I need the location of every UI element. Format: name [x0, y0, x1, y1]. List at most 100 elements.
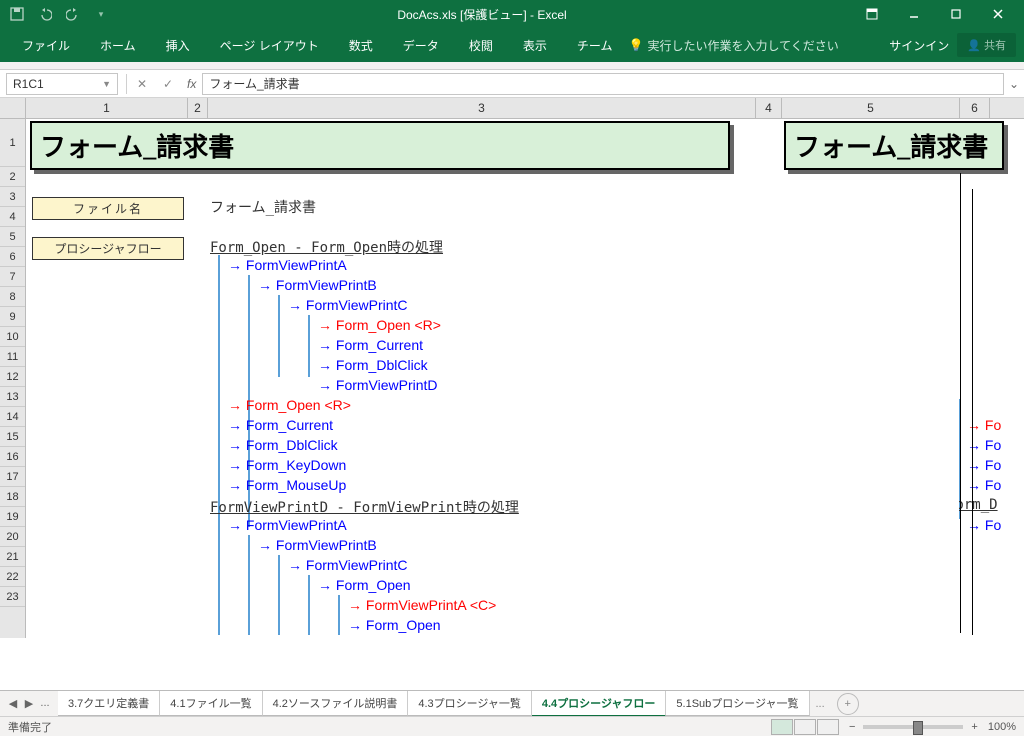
enter-formula-icon[interactable]: ✓ [155, 77, 181, 91]
sheet-tab[interactable]: 5.1Subプロシージャ一覧 [666, 691, 809, 716]
row-header[interactable]: 17 [0, 467, 25, 487]
qat-dropdown-icon[interactable]: ▾ [90, 3, 112, 25]
row-header[interactable]: 8 [0, 287, 25, 307]
row-header[interactable]: 1 [0, 119, 25, 167]
row-header[interactable]: 23 [0, 587, 25, 607]
flow-item: → FormViewPrintA [228, 517, 347, 534]
tree-vline [308, 315, 310, 377]
cancel-formula-icon[interactable]: ✕ [129, 77, 155, 91]
tell-me-placeholder: 実行したい作業を入力してください [647, 37, 838, 54]
ribbon-display-icon[interactable] [852, 1, 892, 27]
status-ready: 準備完了 [8, 719, 52, 735]
frame-line [960, 173, 961, 633]
tab-insert[interactable]: 挿入 [152, 31, 204, 60]
zoom-slider[interactable] [863, 725, 963, 729]
col-header[interactable]: 4 [756, 98, 782, 118]
sheet-tab[interactable]: 4.3プロシージャ一覧 [408, 691, 532, 716]
undo-icon[interactable] [34, 3, 56, 25]
row-header[interactable]: 2 [0, 167, 25, 187]
zoom-out-icon[interactable]: − [849, 721, 855, 733]
tell-me-search[interactable]: 💡 実行したい作業を入力してください [628, 37, 838, 54]
tab-home[interactable]: ホーム [86, 31, 150, 60]
redo-icon[interactable] [62, 3, 84, 25]
row-header[interactable]: 10 [0, 327, 25, 347]
flow-item: → Form_DblClick [318, 357, 428, 374]
flow-item: → Form_Open [318, 577, 411, 594]
view-page-layout-icon[interactable] [794, 719, 816, 735]
sheet-tab[interactable]: 4.2ソースファイル説明書 [263, 691, 409, 716]
share-button[interactable]: 👤 共有 [957, 33, 1016, 57]
tab-formulas[interactable]: 数式 [335, 31, 387, 60]
flow-item: → Form_KeyDown [228, 457, 346, 474]
maximize-icon[interactable] [936, 1, 976, 27]
row-header[interactable]: 3 [0, 187, 25, 207]
tab-view[interactable]: 表示 [509, 31, 561, 60]
tab-file[interactable]: ファイル [8, 31, 84, 60]
cell-area[interactable]: フォーム_請求書 フォーム_請求書 ファイル名 フォーム_請求書 プロシージャフ… [26, 119, 1024, 638]
row-header[interactable]: 6 [0, 247, 25, 267]
sheet-tab-active[interactable]: 4.4プロシージャフロー [532, 691, 667, 717]
row-header[interactable]: 21 [0, 547, 25, 567]
new-sheet-button[interactable]: + [837, 693, 859, 715]
sheet-tab[interactable]: 3.7クエリ定義書 [58, 691, 160, 716]
chevron-down-icon[interactable]: ▼ [102, 79, 111, 89]
view-normal-icon[interactable] [771, 719, 793, 735]
col-header[interactable]: 1 [26, 98, 188, 118]
col-header[interactable]: 6 [960, 98, 990, 118]
tab-review[interactable]: 校閲 [455, 31, 507, 60]
sheet-scroll-right-icon[interactable]: ▶ [22, 697, 36, 710]
zoom-level[interactable]: 100% [988, 721, 1016, 733]
fx-label[interactable]: fx [181, 77, 202, 91]
row-header[interactable]: 16 [0, 447, 25, 467]
view-page-break-icon[interactable] [817, 719, 839, 735]
flow-shard-heading: Form_D [959, 497, 998, 513]
col-header[interactable]: 3 [208, 98, 756, 118]
row-header[interactable]: 4 [0, 207, 25, 227]
name-box[interactable]: R1C1 ▼ [6, 73, 118, 95]
row-header[interactable]: 9 [0, 307, 25, 327]
tree-vline [218, 255, 220, 527]
sheet-tab-bar: ◀ ▶ ... 3.7クエリ定義書 4.1ファイル一覧 4.2ソースファイル説明… [0, 690, 1024, 716]
select-all-triangle[interactable] [0, 98, 26, 118]
sheet-nav: ◀ ▶ ... [0, 697, 58, 710]
tab-data[interactable]: データ [389, 31, 453, 60]
row-header[interactable]: 19 [0, 507, 25, 527]
status-bar: 準備完了 − + 100% [0, 716, 1024, 736]
sheet-more-right-icon[interactable]: ... [810, 698, 831, 710]
row-header[interactable]: 14 [0, 407, 25, 427]
share-label: 共有 [984, 40, 1006, 52]
save-icon[interactable] [6, 3, 28, 25]
spreadsheet-grid[interactable]: 1 2 3 4 5 6 1 2 3 4 5 6 7 8 9 10 11 12 1… [0, 98, 1024, 638]
formula-input[interactable]: フォーム_請求書 [202, 73, 1004, 95]
row-header[interactable]: 12 [0, 367, 25, 387]
row-header[interactable]: 22 [0, 567, 25, 587]
flow-item: → Form_Current [318, 337, 423, 354]
flow-item: → Form_Open [348, 617, 441, 634]
row-header[interactable]: 11 [0, 347, 25, 367]
expand-formula-bar-icon[interactable]: ⌄ [1004, 77, 1024, 91]
sheet-more-icon[interactable]: ... [38, 697, 52, 710]
tree-vline [278, 295, 280, 377]
tab-team[interactable]: チーム [563, 31, 627, 60]
signin-link[interactable]: サインイン [889, 37, 949, 54]
zoom-in-icon[interactable]: + [971, 721, 977, 733]
label-file: ファイル名 [32, 197, 184, 220]
row-header[interactable]: 18 [0, 487, 25, 507]
col-header[interactable]: 5 [782, 98, 960, 118]
row-header[interactable]: 5 [0, 227, 25, 247]
row-header[interactable]: 20 [0, 527, 25, 547]
close-icon[interactable] [978, 1, 1018, 27]
ribbon-collapsed [0, 62, 1024, 70]
row-header[interactable]: 13 [0, 387, 25, 407]
tab-pagelayout[interactable]: ページ レイアウト [206, 31, 333, 60]
col-header[interactable]: 2 [188, 98, 208, 118]
sheet-tab[interactable]: 4.1ファイル一覧 [160, 691, 262, 716]
row-header[interactable]: 15 [0, 427, 25, 447]
row-header[interactable]: 7 [0, 267, 25, 287]
person-icon: 👤 [967, 40, 981, 52]
flow-item: → Form_DblClick [228, 437, 338, 454]
tree-vline [248, 535, 250, 635]
minimize-icon[interactable] [894, 1, 934, 27]
sheet-scroll-left-icon[interactable]: ◀ [6, 697, 20, 710]
flow-item: → FormViewPrintB [258, 537, 377, 554]
